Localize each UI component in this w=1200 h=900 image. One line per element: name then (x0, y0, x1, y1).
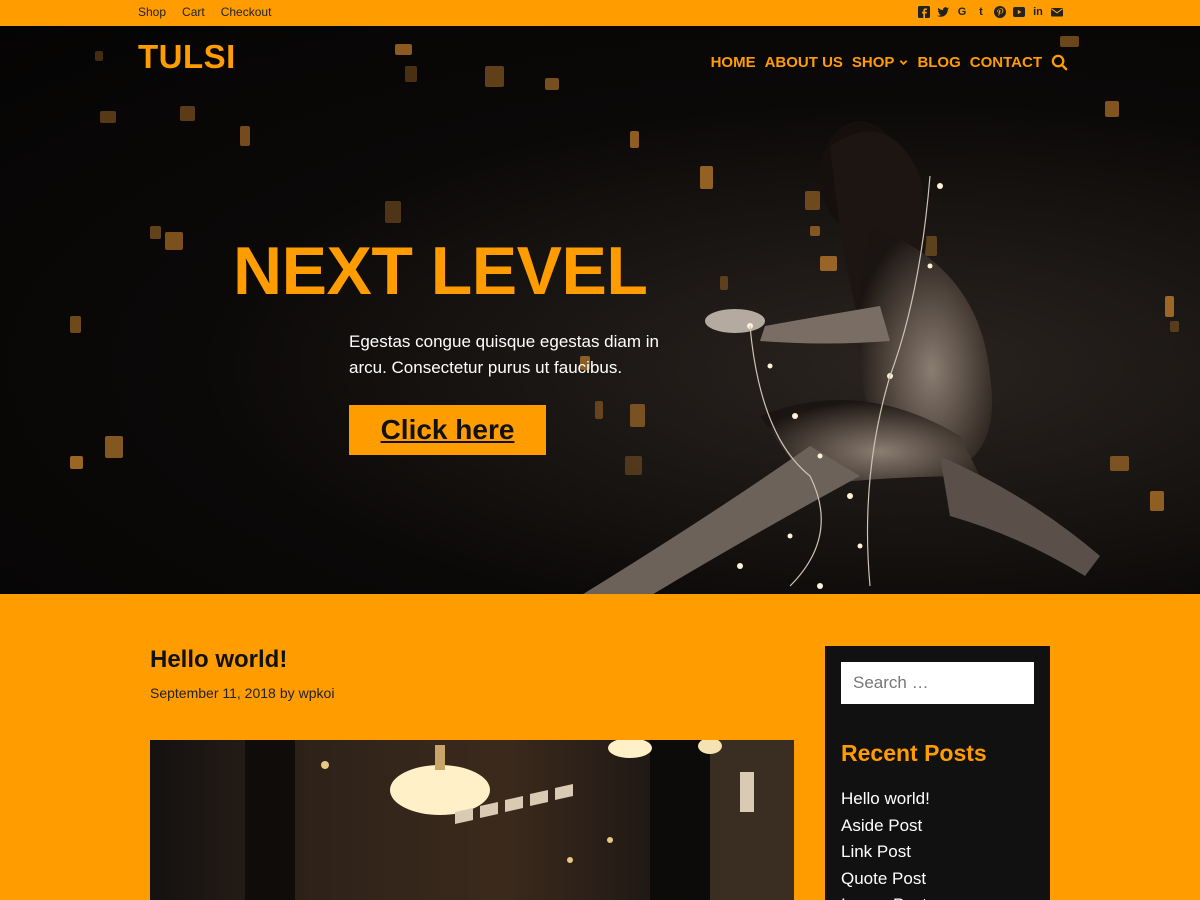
bokeh-light (165, 232, 183, 250)
bokeh-light (405, 66, 417, 82)
bokeh-light (1060, 36, 1079, 47)
recent-post-item[interactable]: Image Post (841, 892, 930, 900)
recent-post-item[interactable]: Quote Post (841, 866, 930, 893)
bokeh-light (70, 456, 83, 469)
main-nav: HOME ABOUT US SHOP BLOG CONTACT (711, 54, 1068, 71)
recent-post-item[interactable]: Hello world! (841, 786, 930, 813)
top-bar: Shop Cart Checkout G t in (0, 0, 1200, 26)
nav-search-button[interactable] (1051, 54, 1068, 71)
twitter-icon[interactable] (937, 5, 949, 18)
bokeh-light (395, 44, 412, 55)
hero-title: NEXT LEVEL (233, 233, 648, 309)
bokeh-light (485, 66, 504, 87)
top-link-shop[interactable]: Shop (138, 5, 166, 19)
search-icon (1051, 54, 1068, 71)
bokeh-light (150, 226, 161, 239)
bokeh-light (1150, 491, 1164, 511)
tumblr-icon[interactable]: t (975, 5, 987, 18)
bokeh-light (100, 111, 116, 123)
post-date[interactable]: September 11, 2018 (150, 685, 276, 701)
top-links: Shop Cart Checkout (138, 5, 271, 19)
pinterest-icon[interactable] (994, 5, 1006, 18)
nav-home[interactable]: HOME (711, 54, 756, 71)
nav-blog[interactable]: BLOG (917, 54, 960, 71)
hero-text: Egestas congue quisque egestas diam in a… (349, 332, 659, 377)
bokeh-light (1170, 321, 1179, 332)
bokeh-light (240, 126, 250, 146)
chevron-down-icon (900, 60, 908, 66)
youtube-icon[interactable] (1013, 5, 1025, 18)
hero-section: TULSI HOME ABOUT US SHOP BLOG CONTACT NE… (0, 26, 1200, 594)
recent-post-item[interactable]: Aside Post (841, 813, 930, 840)
bokeh-light (70, 316, 81, 333)
post-meta: September 11, 2018 by wpkoi (150, 685, 334, 701)
post-by-label: by (279, 685, 295, 701)
post-author[interactable]: wpkoi (299, 685, 335, 701)
social-links: G t in (918, 5, 1063, 18)
email-icon[interactable] (1051, 5, 1063, 18)
bokeh-light (95, 51, 103, 61)
sidebar-search-input[interactable]: Search … (841, 662, 1034, 704)
nav-about-us[interactable]: ABOUT US (765, 54, 843, 71)
recent-posts-list: Hello world! Aside Post Link Post Quote … (841, 786, 930, 900)
site-logo[interactable]: TULSI (138, 38, 236, 76)
sidebar: Search … Recent Posts Hello world! Aside… (825, 646, 1050, 900)
bokeh-light (1105, 101, 1119, 117)
post-featured-image[interactable] (150, 740, 794, 900)
bokeh-light (105, 436, 123, 458)
top-link-checkout[interactable]: Checkout (221, 5, 272, 19)
post-title[interactable]: Hello world! (150, 646, 287, 674)
hero-cta-button[interactable]: Click here (349, 405, 546, 455)
google-plus-icon[interactable]: G (956, 5, 968, 18)
bokeh-light (1165, 296, 1174, 317)
recent-post-item[interactable]: Link Post (841, 839, 930, 866)
facebook-icon[interactable] (918, 5, 930, 18)
recent-posts-title: Recent Posts (841, 740, 987, 766)
bokeh-light (180, 106, 195, 121)
top-link-cart[interactable]: Cart (182, 5, 205, 19)
linkedin-icon[interactable]: in (1032, 5, 1044, 18)
nav-contact[interactable]: CONTACT (970, 54, 1042, 71)
nav-shop[interactable]: SHOP (852, 54, 909, 71)
bokeh-light (545, 78, 559, 90)
bokeh-light (385, 201, 401, 223)
post-image-graphic (245, 740, 794, 900)
nav-shop-label: SHOP (851, 54, 895, 71)
